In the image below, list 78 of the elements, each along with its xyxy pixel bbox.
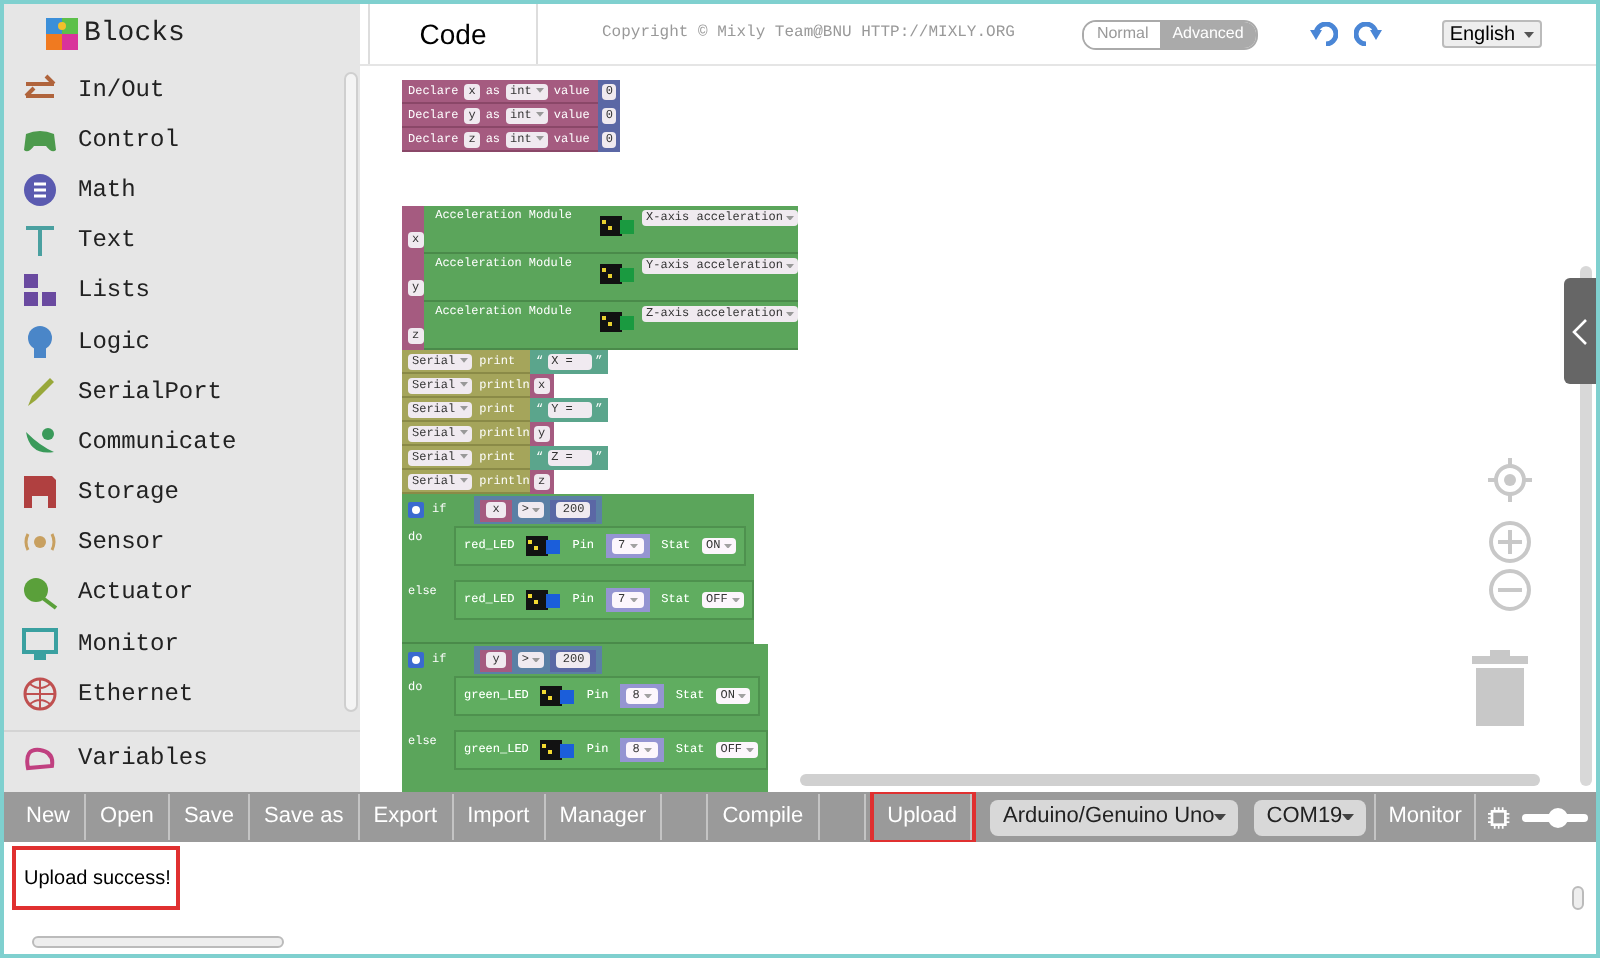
caret-icon <box>459 382 468 388</box>
gear-icon[interactable] <box>408 652 424 668</box>
module-board-icon <box>540 740 575 760</box>
zoom-out-icon[interactable] <box>1488 568 1532 612</box>
module-board-icon <box>600 264 635 284</box>
category-item[interactable]: Lists <box>4 265 360 316</box>
category-item[interactable]: Storage <box>4 467 360 518</box>
caret-icon <box>643 747 652 753</box>
caret-icon <box>1342 813 1355 821</box>
category-item[interactable]: Logic <box>4 315 360 367</box>
caret-icon <box>459 358 468 364</box>
language-select[interactable]: English <box>1441 20 1542 48</box>
module-board-icon <box>526 536 561 556</box>
category-item[interactable]: Communicate <box>4 416 360 467</box>
module-board-icon <box>526 590 561 610</box>
trash-icon[interactable] <box>1468 650 1532 726</box>
port-select[interactable]: COM19 <box>1254 799 1367 835</box>
pen-icon <box>22 373 58 410</box>
category-item[interactable]: Math <box>4 164 360 216</box>
lightbulb-icon <box>22 323 58 360</box>
circle-icon <box>22 171 58 208</box>
puzzle-logo-icon <box>44 16 80 52</box>
module-board-icon <box>600 216 635 236</box>
caret-icon <box>724 543 733 549</box>
copyright-text: Copyright © Mixly Team@BNU HTTP://MIXLY.ORG <box>602 22 1015 46</box>
slider-thumb[interactable] <box>1547 807 1568 827</box>
category-item[interactable]: Sensor <box>4 517 360 568</box>
undo-icon[interactable] <box>1309 22 1338 46</box>
squares-icon <box>22 272 58 309</box>
zoom-in-icon[interactable] <box>1488 520 1532 564</box>
caret-icon <box>459 478 468 484</box>
collapse-panel-button[interactable] <box>1564 278 1596 384</box>
slider-track[interactable] <box>1521 813 1588 821</box>
redo-icon[interactable] <box>1353 22 1382 46</box>
scrollbar[interactable] <box>344 72 358 712</box>
category-item[interactable]: SerialPort <box>4 366 360 417</box>
output-message: Upload success! <box>16 850 176 906</box>
caret-icon <box>1214 813 1227 821</box>
caret-icon <box>459 430 468 436</box>
category-item[interactable]: Ethernet <box>4 668 360 719</box>
module-board-icon <box>600 312 635 332</box>
caret-icon <box>731 597 740 603</box>
caret-icon <box>535 136 544 142</box>
code-tab[interactable]: Code <box>368 4 538 64</box>
category-item[interactable]: Variables <box>4 730 360 782</box>
category-item[interactable]: Control <box>4 114 360 165</box>
caret-icon <box>459 406 468 412</box>
caret-icon <box>629 597 638 603</box>
caret-icon <box>746 747 755 753</box>
caret-icon <box>532 657 541 663</box>
t-shape-icon <box>22 222 58 259</box>
globe-icon <box>22 675 58 712</box>
chip-icon[interactable] <box>1487 801 1510 833</box>
scrollbar[interactable] <box>800 774 1540 786</box>
module-board-icon <box>540 686 575 706</box>
caret-icon <box>643 693 652 699</box>
caret-icon <box>786 215 795 221</box>
sidebar-title: Blocks <box>84 15 185 53</box>
board-select[interactable]: Arduino/Genuino Uno <box>990 799 1239 835</box>
category-item[interactable]: Actuator <box>4 567 360 619</box>
monitor-icon <box>22 625 58 662</box>
category-item[interactable]: In/Out <box>4 64 360 115</box>
scrollbar[interactable] <box>1572 886 1584 910</box>
caret-icon <box>535 88 544 94</box>
target-icon[interactable] <box>1488 458 1532 502</box>
gear-icon[interactable] <box>408 502 424 518</box>
chevron-left-icon <box>1572 317 1588 345</box>
caret-icon <box>1523 31 1534 37</box>
category-item[interactable]: Text <box>4 215 360 266</box>
caret-icon <box>532 507 541 513</box>
caret-icon <box>738 693 747 699</box>
category-item[interactable]: Monitor <box>4 618 360 669</box>
caret-icon <box>459 454 468 460</box>
caret-icon <box>786 311 795 317</box>
caret-icon <box>535 112 544 118</box>
caret-icon <box>786 263 795 269</box>
scrollbar[interactable] <box>32 936 284 948</box>
caret-icon <box>629 543 638 549</box>
